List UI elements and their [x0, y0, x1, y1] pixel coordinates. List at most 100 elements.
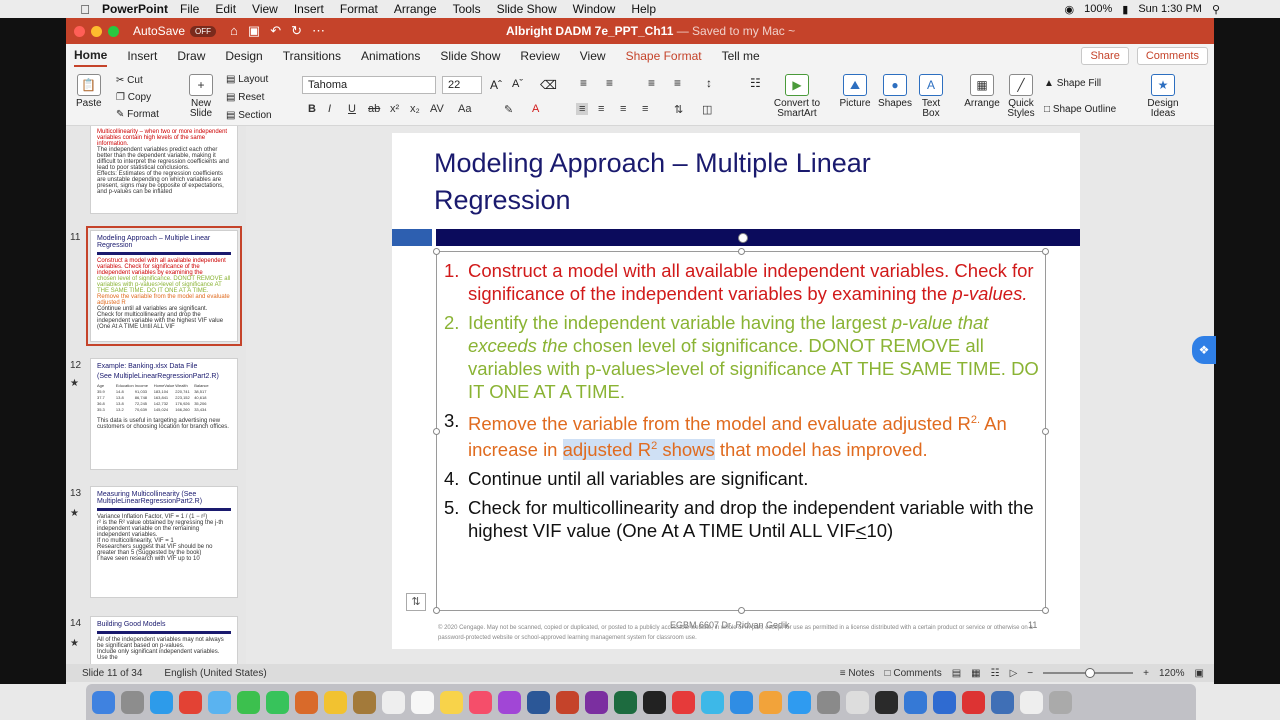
more-icon[interactable]: ⋯ — [312, 23, 325, 39]
minimize-window-icon[interactable] — [91, 25, 102, 37]
mail-icon[interactable] — [208, 690, 231, 714]
design-ideas-button[interactable]: ★ Design Ideas — [1146, 74, 1180, 119]
finder-icon[interactable] — [92, 690, 115, 714]
thumbnail-slide-13[interactable]: Measuring Multicollinearity (See Multipl… — [90, 486, 238, 598]
shapes-button[interactable]: ● Shapes — [878, 74, 912, 109]
tab-review[interactable]: Review — [520, 46, 559, 66]
r-icon[interactable] — [991, 690, 1014, 714]
facetime-icon[interactable] — [266, 690, 289, 714]
resize-handle-br[interactable] — [1042, 607, 1049, 614]
tab-draw[interactable]: Draw — [177, 46, 205, 66]
wifi-icon[interactable]: ◉ — [1065, 3, 1075, 16]
share-button[interactable]: Share — [1081, 47, 1129, 65]
paste-button[interactable]: 📋 Paste — [76, 74, 102, 109]
italic-icon[interactable]: I — [328, 103, 331, 115]
tab-view[interactable]: View — [580, 46, 606, 66]
slideshow-view-icon[interactable]: ▷ — [1010, 668, 1018, 679]
notes-button[interactable]: ≡ Notes — [840, 668, 875, 679]
fit-slide-icon[interactable]: ▣ — [1195, 668, 1204, 679]
clear-format-icon[interactable]: ⌫ — [540, 78, 557, 92]
slide-title[interactable]: Modeling Approach – Multiple Linear Regr… — [434, 145, 994, 219]
numbering-icon[interactable]: ≡ — [606, 76, 613, 90]
preview-icon[interactable] — [846, 690, 869, 714]
zoom-in-icon[interactable]: + — [1143, 668, 1149, 679]
thumbnail-slide-11[interactable]: Modeling Approach – Multiple Linear Regr… — [86, 226, 242, 346]
resize-handle-bl[interactable] — [433, 607, 440, 614]
align-left-icon[interactable]: ≡ — [576, 103, 589, 115]
resize-handle-l[interactable] — [433, 428, 440, 435]
menu-insert[interactable]: Insert — [294, 2, 324, 16]
messages-icon[interactable] — [237, 690, 260, 714]
comments-status-button[interactable]: □ Comments — [885, 668, 942, 679]
search-icon[interactable]: ⚲ — [1212, 3, 1220, 16]
resize-handle-tl[interactable] — [433, 248, 440, 255]
trash-icon[interactable] — [1049, 690, 1072, 714]
music-icon[interactable] — [469, 690, 492, 714]
autosave-toggle[interactable]: OFF — [190, 25, 217, 37]
photos-icon[interactable] — [324, 690, 347, 714]
app-store-icon[interactable] — [788, 690, 811, 714]
dropbox-icon[interactable]: ❖ — [1192, 336, 1216, 364]
thumbnail-slide-10[interactable]: Multicollinearity – when two or more ind… — [90, 126, 238, 214]
autofit-options-icon[interactable]: ⇅ — [406, 593, 426, 611]
news-icon[interactable] — [672, 690, 695, 714]
bold-icon[interactable]: B — [308, 103, 316, 115]
shrink-font-icon[interactable]: Aˇ — [512, 78, 523, 90]
steps-list[interactable]: 1. Construct a model with all available … — [444, 259, 1044, 548]
notes-app-icon[interactable] — [440, 690, 463, 714]
text-direction-icon[interactable]: ⇅ — [674, 103, 683, 116]
align-center-icon[interactable]: ≡ — [598, 103, 604, 115]
menu-edit[interactable]: Edit — [215, 2, 236, 16]
font-color-icon[interactable]: A — [532, 103, 539, 115]
picture-button[interactable]: ⛰ Picture — [838, 74, 872, 109]
shape-fill-button[interactable]: ▲ Shape Fill — [1044, 78, 1101, 89]
highlight-icon[interactable]: ✎ — [504, 103, 513, 116]
launchpad-icon[interactable] — [121, 690, 144, 714]
thumbnail-slide-14[interactable]: Building Good Models All of the independ… — [90, 616, 238, 664]
redo-icon[interactable]: ↻ — [291, 23, 302, 39]
tab-insert[interactable]: Insert — [127, 46, 157, 66]
safari-icon[interactable] — [150, 690, 173, 714]
char-spacing-icon[interactable]: AV — [430, 103, 444, 115]
section-button[interactable]: ▤ Section — [226, 110, 272, 121]
grow-font-icon[interactable]: Aˆ — [490, 78, 502, 92]
word-icon[interactable] — [527, 690, 550, 714]
shape-outline-button[interactable]: □ Shape Outline — [1044, 104, 1116, 115]
slide-thumbnails[interactable]: Multicollinearity – when two or more ind… — [66, 126, 246, 664]
font-family-select[interactable]: Tahoma — [302, 76, 436, 94]
onenote-icon[interactable] — [585, 690, 608, 714]
line-spacing-icon[interactable]: ↕ — [706, 76, 712, 90]
language-indicator[interactable]: English (United States) — [164, 668, 266, 679]
arrange-button[interactable]: ▦ Arrange — [962, 74, 1002, 109]
numbers-icon[interactable] — [701, 690, 724, 714]
powerpoint-icon[interactable] — [556, 690, 579, 714]
rotate-handle[interactable] — [738, 233, 748, 243]
new-slide-button[interactable]: + New Slide — [184, 74, 218, 119]
align-text-icon[interactable]: ◫ — [702, 103, 712, 116]
undo-icon[interactable]: ↶ — [270, 23, 281, 39]
tell-me[interactable]: Tell me — [722, 46, 760, 66]
bullets-icon[interactable]: ≡ — [580, 76, 587, 90]
excel-icon[interactable] — [614, 690, 637, 714]
current-slide[interactable]: Modeling Approach – Multiple Linear Regr… — [392, 133, 1080, 649]
zoom-level[interactable]: 120% — [1159, 668, 1185, 679]
layout-button[interactable]: ▤ Layout — [226, 74, 268, 85]
justify-icon[interactable]: ≡ — [642, 103, 648, 115]
comments-button[interactable]: Comments — [1136, 47, 1208, 65]
podcasts-icon[interactable] — [498, 690, 521, 714]
tv-icon[interactable] — [643, 690, 666, 714]
convert-smartart-button[interactable]: ▶ Convert to SmartArt — [772, 74, 822, 119]
clock[interactable]: Sun 1:30 PM — [1138, 3, 1202, 15]
menu-format[interactable]: Format — [340, 2, 378, 16]
format-painter-button[interactable]: ✎ Format — [116, 109, 159, 120]
zoom-window-icon[interactable] — [108, 25, 119, 37]
system-prefs-icon[interactable] — [817, 690, 840, 714]
sorter-view-icon[interactable]: ▦ — [971, 668, 980, 679]
reading-view-icon[interactable]: ☷ — [991, 668, 1000, 679]
menu-arrange[interactable]: Arrange — [394, 2, 437, 16]
home-icon[interactable]: ⌂ — [230, 23, 238, 39]
contacts-icon[interactable] — [353, 690, 376, 714]
tab-design[interactable]: Design — [225, 46, 262, 66]
acrobat-icon[interactable] — [962, 690, 985, 714]
tab-shape-format[interactable]: Shape Format — [626, 46, 702, 66]
